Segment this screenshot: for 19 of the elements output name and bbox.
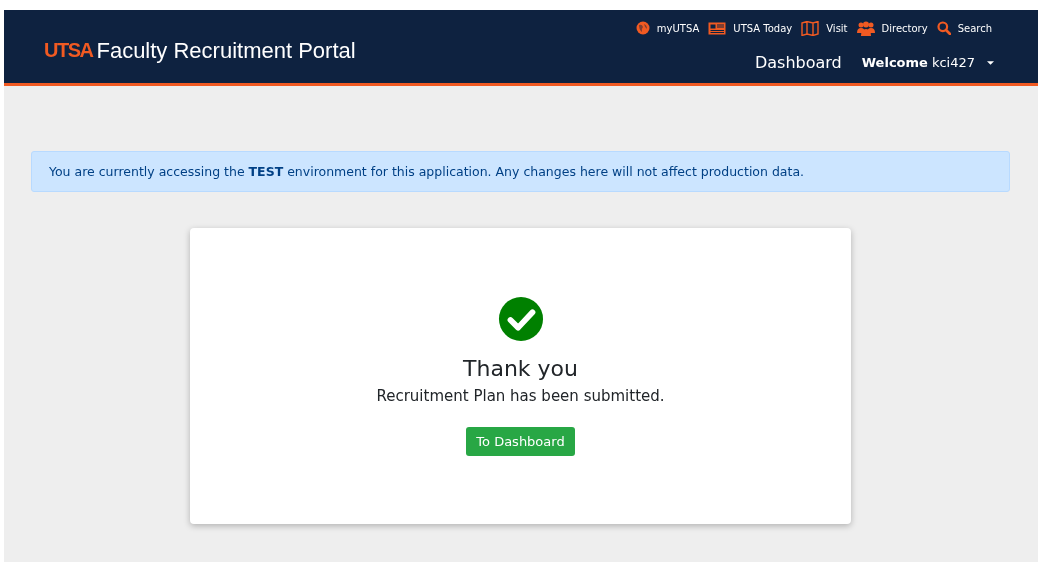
map-icon[interactable] bbox=[801, 20, 820, 36]
test-environment-alert: You are currently accessing the TEST environment for this application. Any changes here will not affect production data. bbox=[31, 151, 1010, 192]
utsa-logo[interactable]: UTSA bbox=[44, 39, 93, 62]
people-icon[interactable] bbox=[856, 20, 875, 36]
submitted-message: Recruitment Plan has been submitted. bbox=[376, 387, 665, 405]
utility-link[interactable]: Search bbox=[957, 22, 992, 34]
globe-icon[interactable] bbox=[635, 21, 650, 35]
thank-you-heading: Thank you bbox=[463, 356, 578, 381]
utility-link[interactable]: Directory bbox=[881, 22, 928, 34]
utility-link[interactable]: Visit bbox=[826, 22, 848, 34]
check-circle-icon bbox=[497, 296, 544, 342]
caret-icon[interactable] bbox=[987, 60, 994, 65]
search-icon[interactable] bbox=[936, 21, 951, 35]
user-menu[interactable]: Welcome kci427 bbox=[861, 55, 994, 70]
dashboard-link[interactable]: Dashboard bbox=[754, 53, 842, 72]
utility-link[interactable]: myUTSA bbox=[656, 22, 700, 34]
portal-title[interactable]: Faculty Recruitment Portal bbox=[96, 37, 356, 64]
newspaper-icon[interactable] bbox=[708, 20, 727, 36]
utility-link[interactable]: UTSA Today bbox=[733, 22, 793, 34]
